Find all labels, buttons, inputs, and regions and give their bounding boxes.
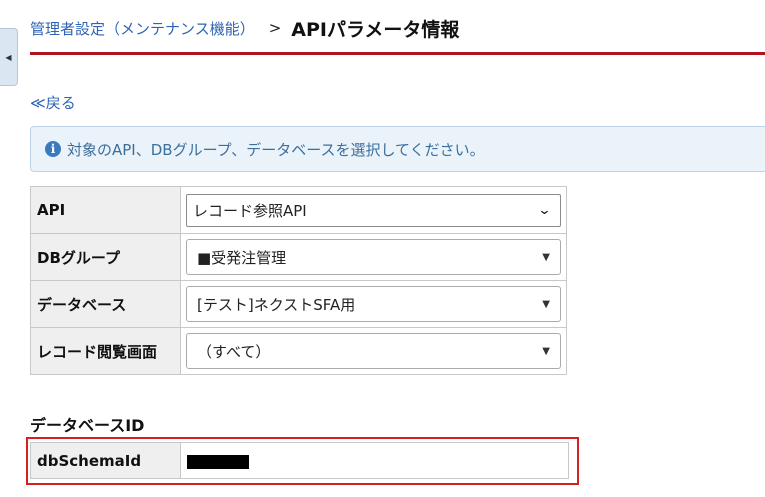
header-divider: [30, 52, 765, 55]
caret-down-icon: ▼: [542, 345, 550, 357]
database-select-value: [テスト]ネクストSFA用: [197, 295, 356, 314]
api-select-value: レコード参照API: [193, 201, 307, 220]
caret-left-icon: ◀: [5, 52, 12, 62]
record-view-select[interactable]: （すべて） ▼: [186, 333, 561, 369]
database-select[interactable]: [テスト]ネクストSFA用 ▼: [186, 286, 561, 322]
api-select[interactable]: レコード参照API ⌄: [186, 193, 561, 227]
db-schema-id-value: [180, 442, 569, 479]
api-label: API: [30, 186, 181, 234]
info-text: 対象のAPI、DBグループ、データベースを選択してください。: [67, 140, 485, 159]
redacted-value: [187, 454, 249, 469]
back-link[interactable]: ≪戻る: [30, 92, 76, 113]
form-row-db-group: DBグループ ■受発注管理 ▼: [30, 233, 567, 281]
db-group-label: DBグループ: [30, 233, 181, 281]
sidebar-toggle[interactable]: ◀: [0, 28, 18, 86]
db-schema-id-label: dbSchemaId: [30, 442, 181, 479]
form-row-database: データベース [テスト]ネクストSFA用 ▼: [30, 280, 567, 328]
db-group-select-value: ■受発注管理: [197, 248, 287, 267]
database-id-row: dbSchemaId: [30, 442, 569, 479]
info-message: i 対象のAPI、DBグループ、データベースを選択してください。: [30, 126, 765, 172]
record-view-label: レコード閲覧画面: [30, 327, 181, 375]
caret-down-icon: ▼: [542, 298, 550, 310]
record-view-select-value: （すべて）: [197, 342, 271, 361]
form-row-api: API レコード参照API ⌄: [30, 186, 567, 234]
info-circle-icon: i: [45, 141, 61, 157]
form-row-record-view: レコード閲覧画面 （すべて） ▼: [30, 327, 567, 375]
database-id-table: dbSchemaId: [30, 442, 569, 479]
breadcrumb-admin-settings[interactable]: 管理者設定（メンテナンス機能）: [30, 18, 255, 39]
database-label: データベース: [30, 280, 181, 328]
database-id-heading: データベースID: [30, 416, 145, 435]
caret-down-icon: ▼: [542, 251, 550, 263]
page-header: 管理者設定（メンテナンス機能） > APIパラメータ情報: [30, 14, 459, 42]
selection-form: API レコード参照API ⌄ DBグループ ■受発注管理 ▼ データベース […: [30, 186, 567, 375]
db-group-select[interactable]: ■受発注管理 ▼: [186, 239, 561, 275]
breadcrumb-separator: >: [268, 19, 282, 37]
chevron-down-icon: ⌄: [537, 202, 552, 218]
page-title: APIパラメータ情報: [291, 18, 460, 41]
